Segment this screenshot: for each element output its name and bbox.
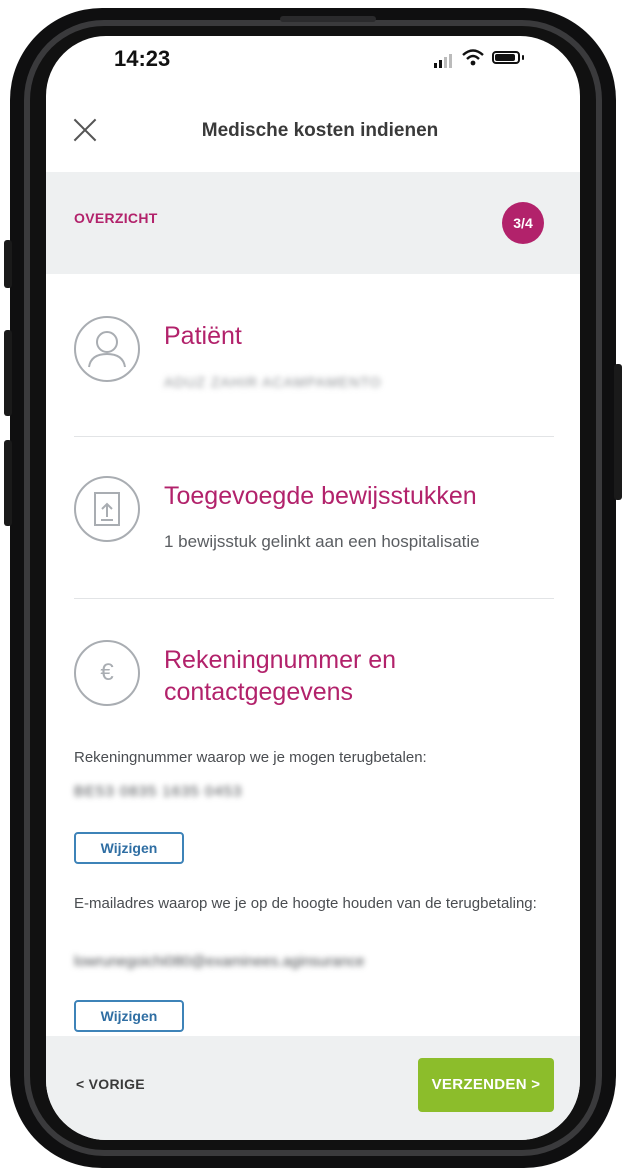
patient-section[interactable]: Patiënt ADUZ ZAHIR ACAMPAMENTO [74,316,554,426]
page-title: Medische kosten indienen [201,120,439,141]
step-badge: 3/4 [502,202,544,244]
battery-tip [522,55,524,60]
step-label: OVERZICHT [74,210,158,226]
edit-email-button[interactable]: Wijzigen [74,1000,184,1032]
account-title-line2: contactgegevens [164,678,354,706]
volume-up-button [4,330,12,416]
signal-icon [434,54,452,68]
document-upload-icon [74,476,140,542]
attachments-summary: 1 bewijsstuk gelinkt aan een hospitalisa… [164,532,480,551]
euro-icon: € [74,640,140,706]
divider [74,598,554,599]
step-bar: OVERZICHT 3/4 [46,172,580,274]
mute-switch [4,240,12,288]
email-value: lowrunegoichi080@examinees.aginsurance [74,953,365,970]
status-bar: 14:23 [46,36,580,96]
edit-iban-button[interactable]: Wijzigen [74,832,184,864]
speaker [280,16,376,22]
battery-icon [492,51,520,64]
attachments-title: Toegevoegde bewijsstukken [164,482,477,510]
wifi-icon [462,49,484,66]
divider [74,436,554,437]
iban-value: BE53 0835 1635 0453 [74,783,243,800]
attachments-section[interactable]: Toegevoegde bewijsstukken 1 bewijsstuk g… [74,476,554,586]
app-screen: 14:23 Medische kosten indienen OVERZICHT… [46,36,580,1140]
app-header: Medische kosten indienen [46,96,580,172]
send-button[interactable]: VERZENDEN > [418,1058,554,1112]
person-icon [74,316,140,382]
email-label: E-mailadres waarop we je op de hoogte ho… [74,895,537,912]
status-time: 14:23 [114,46,171,71]
account-title-line1: Rekeningnummer en [164,646,397,674]
iban-label: Rekeningnummer waarop we je mogen terugb… [74,749,427,766]
power-button [614,364,622,500]
footer-bar: < VORIGE VERZENDEN > [46,1036,580,1140]
volume-down-button [4,440,12,526]
account-section: € Rekeningnummer en contactgegevens [74,640,554,712]
patient-title: Patiënt [164,322,242,350]
previous-button[interactable]: < VORIGE [76,1076,145,1092]
patient-name: ADUZ ZAHIR ACAMPAMENTO [164,374,382,390]
